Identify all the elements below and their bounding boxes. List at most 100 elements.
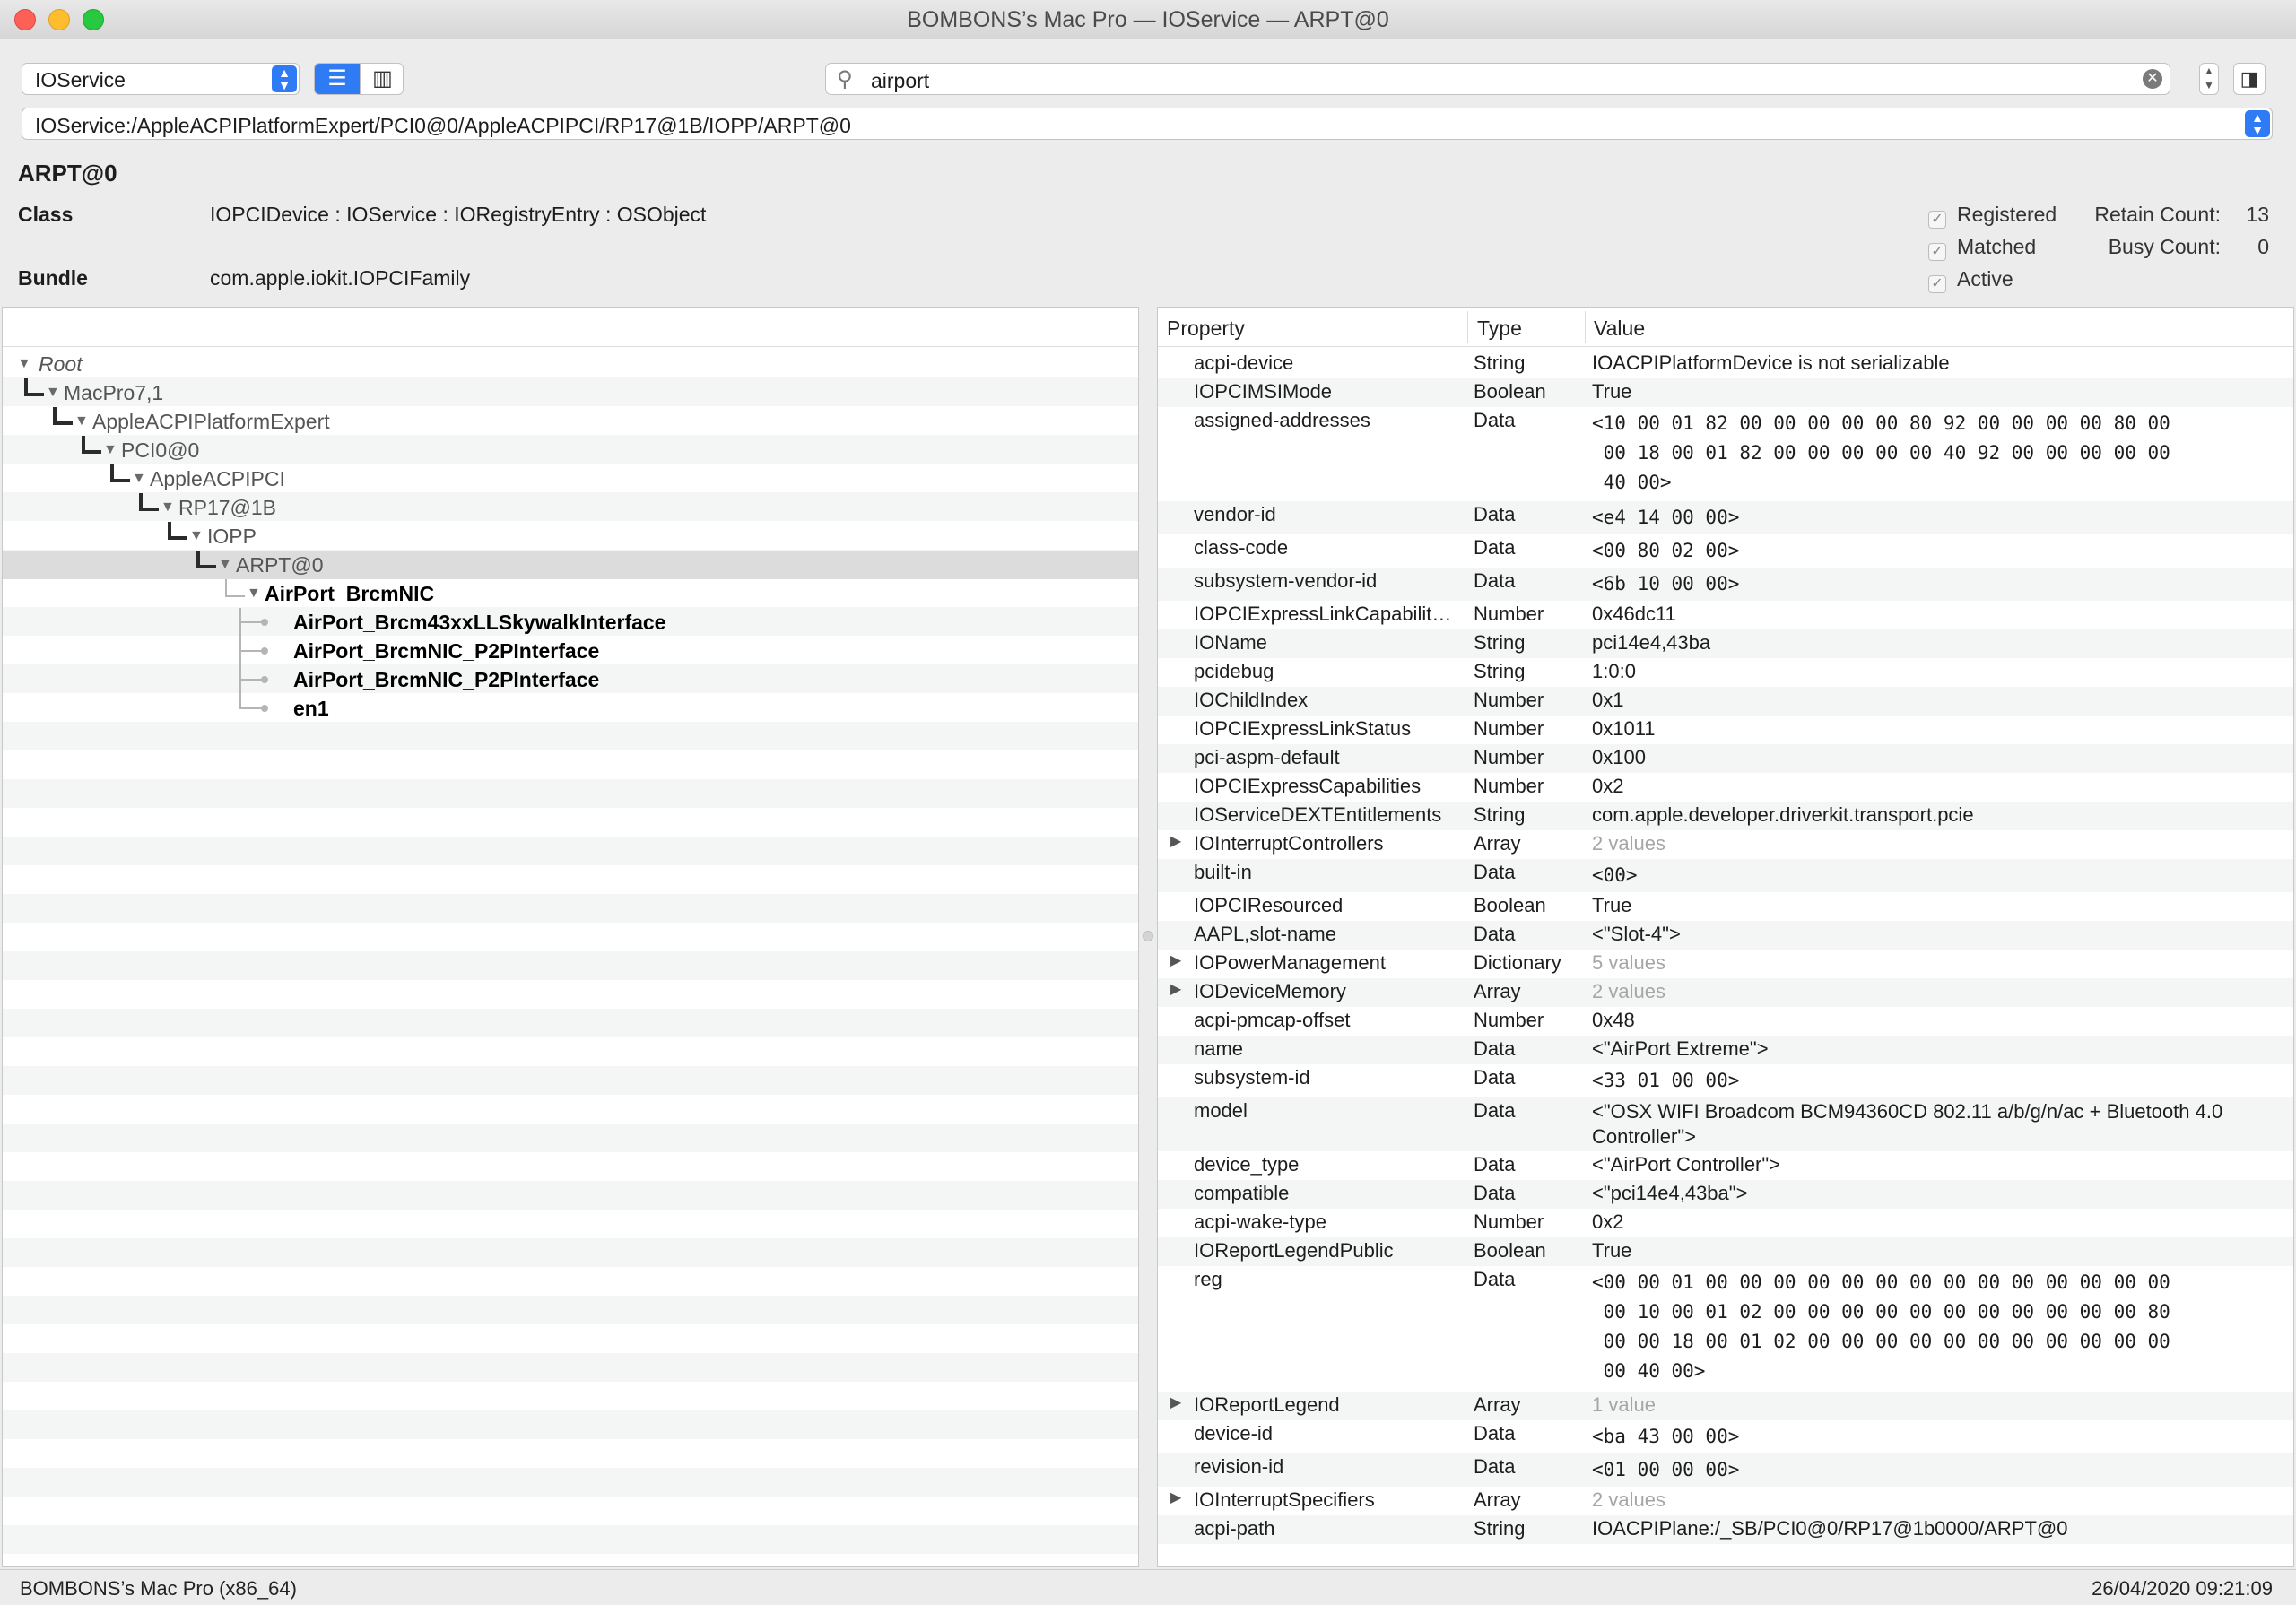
tree-item-iopp[interactable]: ▼ IOPP: [3, 522, 1138, 551]
disclosure-triangle-icon[interactable]: ▼: [74, 407, 89, 436]
property-row[interactable]: AAPL,slot-name Data <"Slot-4">: [1158, 921, 2293, 950]
property-row[interactable]: IOName String pci14e4,43ba: [1158, 629, 2293, 658]
tree-connector: [239, 707, 263, 709]
property-row[interactable]: vendor-id Data <e4 14 00 00>: [1158, 501, 2293, 534]
tree-item-airport-brcmnic[interactable]: ▼ AirPort_BrcmNIC: [3, 579, 1138, 608]
class-value: IOPCIDevice : IOService : IORegistryEntr…: [210, 203, 707, 226]
property-type: Boolean: [1474, 1239, 1546, 1262]
list-view-icon[interactable]: ☰: [315, 64, 360, 94]
tree-item-root[interactable]: ▼ Root: [3, 350, 1138, 378]
property-row[interactable]: ▶ IOInterruptSpecifiers Array 2 values: [1158, 1487, 2293, 1515]
property-row[interactable]: built-in Data <00>: [1158, 859, 2293, 892]
property-row[interactable]: device-id Data <ba 43 00 00>: [1158, 1420, 2293, 1453]
tree-item-acpi-platform-expert[interactable]: ▼ AppleACPIPlatformExpert: [3, 407, 1138, 436]
disclosure-triangle-icon[interactable]: ▼: [17, 350, 31, 378]
property-type: Data: [1474, 1455, 1516, 1478]
property-value: IOACPIPlatformDevice is not serializable: [1592, 351, 1950, 374]
column-header-property[interactable]: Property: [1167, 317, 1245, 341]
property-row[interactable]: pcidebug String 1:0:0: [1158, 658, 2293, 687]
tree-item-en1[interactable]: en1: [3, 694, 1138, 723]
property-row[interactable]: IOPCIMSIMode Boolean True: [1158, 378, 2293, 407]
property-row[interactable]: IOPCIExpressLinkStatus Number 0x1011: [1158, 716, 2293, 744]
property-row[interactable]: compatible Data <"pci14e4,43ba">: [1158, 1180, 2293, 1209]
search-input[interactable]: airport: [871, 69, 929, 93]
disclosure-triangle-icon[interactable]: ▶: [1170, 1393, 1181, 1411]
search-field[interactable]: ⚲ airport ✕: [825, 63, 2170, 95]
clear-search-icon[interactable]: ✕: [2143, 69, 2162, 89]
property-value: 5 values: [1592, 951, 1665, 974]
title-bar: BOMBONS’s Mac Pro — IOService — ARPT@0: [0, 0, 2296, 39]
disclosure-triangle-icon[interactable]: ▶: [1170, 951, 1181, 969]
property-row[interactable]: pci-aspm-default Number 0x100: [1158, 744, 2293, 773]
properties-header: Property Type Value: [1158, 308, 2293, 347]
search-icon[interactable]: ⚲: [837, 66, 853, 92]
property-row[interactable]: subsystem-id Data <33 01 00 00>: [1158, 1064, 2293, 1097]
property-row[interactable]: ▶ IODeviceMemory Array 2 values: [1158, 978, 2293, 1007]
property-row[interactable]: device_type Data <"AirPort Controller">: [1158, 1151, 2293, 1180]
column-header-value[interactable]: Value: [1594, 317, 1645, 341]
disclosure-triangle-icon[interactable]: ▶: [1170, 1488, 1181, 1506]
property-row[interactable]: acpi-device String IOACPIPlatformDevice is…: [1158, 350, 2293, 378]
property-row[interactable]: acpi-wake-type Number 0x2: [1158, 1209, 2293, 1237]
property-row[interactable]: ▶ IOInterruptControllers Array 2 values: [1158, 830, 2293, 859]
property-row[interactable]: acpi-pmcap-offset Number 0x48: [1158, 1007, 2293, 1036]
matched-checkbox: ✓ Matched: [1928, 235, 2036, 261]
property-name: device_type: [1194, 1153, 1300, 1176]
registry-tree-pane[interactable]: ▼ Root ▼ MacPro7,1 ▼ AppleACPIPlatformExpert ▼…: [2, 307, 1139, 1567]
disclosure-triangle-icon[interactable]: ▼: [161, 493, 175, 522]
tree-item-p2p-interface[interactable]: AirPort_BrcmNIC_P2PInterface: [3, 637, 1138, 665]
property-value: <e4 14 00 00>: [1592, 507, 1740, 528]
tree-item-acpi-pci[interactable]: ▼ AppleACPIPCI: [3, 464, 1138, 493]
property-row[interactable]: IOReportLegendPublic Boolean True: [1158, 1237, 2293, 1266]
property-row[interactable]: acpi-path String IOACPIPlane:/_SB/PCI0@0/R…: [1158, 1515, 2293, 1544]
property-row[interactable]: ▶ IOPowerManagement Dictionary 5 values: [1158, 950, 2293, 978]
path-value: IOService:/AppleACPIPlatformExpert/PCI0@…: [35, 114, 851, 137]
property-type: Number: [1474, 775, 1544, 797]
properties-pane[interactable]: Property Type Value acpi-device String IOA…: [1157, 307, 2294, 1567]
disclosure-triangle-icon[interactable]: ▼: [218, 551, 232, 579]
plane-select[interactable]: IOService ▲ ▼: [22, 63, 300, 95]
column-view-icon[interactable]: ▥: [360, 64, 403, 94]
property-row[interactable]: revision-id Data <01 00 00 00>: [1158, 1453, 2293, 1487]
inspector-toggle-icon[interactable]: ◨: [2233, 63, 2266, 95]
property-row[interactable]: name Data <"AirPort Extreme">: [1158, 1036, 2293, 1064]
property-row[interactable]: ▶ IOReportLegend Array 1 value: [1158, 1392, 2293, 1420]
property-name: pcidebug: [1194, 660, 1274, 682]
tree-connector: [110, 464, 130, 482]
tree-item-arpt[interactable]: ▼ ARPT@0: [3, 551, 1138, 579]
property-row[interactable]: IOPCIExpressCapabilities Number 0x2: [1158, 773, 2293, 802]
property-row[interactable]: reg Data <00 00 01 00 00 00 00 00 00 00 00…: [1158, 1266, 2293, 1392]
property-row[interactable]: IOChildIndex Number 0x1: [1158, 687, 2293, 716]
path-select[interactable]: IOService:/AppleACPIPlatformExpert/PCI0@…: [22, 108, 2273, 140]
split-view-divider[interactable]: [1143, 931, 1153, 941]
property-type: Number: [1474, 717, 1544, 740]
machine-name: BOMBONS’s Mac Pro (x86_64): [20, 1577, 297, 1600]
property-name: subsystem-id: [1194, 1066, 1310, 1089]
tree-item-rp17[interactable]: ▼ RP17@1B: [3, 493, 1138, 522]
property-value: 0x46dc11: [1592, 603, 1676, 625]
disclosure-triangle-icon[interactable]: ▼: [247, 579, 261, 608]
property-row[interactable]: class-code Data <00 80 02 00>: [1158, 534, 2293, 568]
tree-item-macpro[interactable]: ▼ MacPro7,1: [3, 378, 1138, 407]
tree-item-pci0[interactable]: ▼ PCI0@0: [3, 436, 1138, 464]
property-type: Number: [1474, 1210, 1544, 1233]
property-row[interactable]: IOPCIResourced Boolean True: [1158, 892, 2293, 921]
property-row[interactable]: assigned-addresses Data <10 00 01 82 00 00…: [1158, 407, 2293, 501]
disclosure-triangle-icon[interactable]: ▼: [189, 522, 204, 551]
disclosure-triangle-icon[interactable]: ▼: [103, 436, 117, 464]
search-stepper-icon[interactable]: ▲ ▼: [2199, 63, 2219, 95]
property-row[interactable]: IOPCIExpressLinkCapabilit… Number 0x46dc11: [1158, 601, 2293, 629]
disclosure-triangle-icon[interactable]: ▶: [1170, 832, 1181, 850]
disclosure-triangle-icon[interactable]: ▼: [132, 464, 146, 493]
property-value: 2 values: [1592, 832, 1665, 855]
property-row[interactable]: model Data <"OSX WIFI Broadcom BCM94360CD …: [1158, 1097, 2293, 1151]
column-header-type[interactable]: Type: [1477, 317, 1522, 341]
disclosure-triangle-icon[interactable]: ▼: [46, 378, 60, 407]
property-value: 0x1011: [1592, 717, 1656, 740]
property-row[interactable]: IOServiceDEXTEntitlements String com.apple…: [1158, 802, 2293, 830]
tree-item-p2p-interface[interactable]: AirPort_BrcmNIC_P2PInterface: [3, 665, 1138, 694]
tree-item-skywalk-interface[interactable]: AirPort_Brcm43xxLLSkywalkInterface: [3, 608, 1138, 637]
disclosure-triangle-icon[interactable]: ▶: [1170, 980, 1181, 998]
tree-item-label: en1: [293, 697, 329, 720]
property-row[interactable]: subsystem-vendor-id Data <6b 10 00 00>: [1158, 568, 2293, 601]
